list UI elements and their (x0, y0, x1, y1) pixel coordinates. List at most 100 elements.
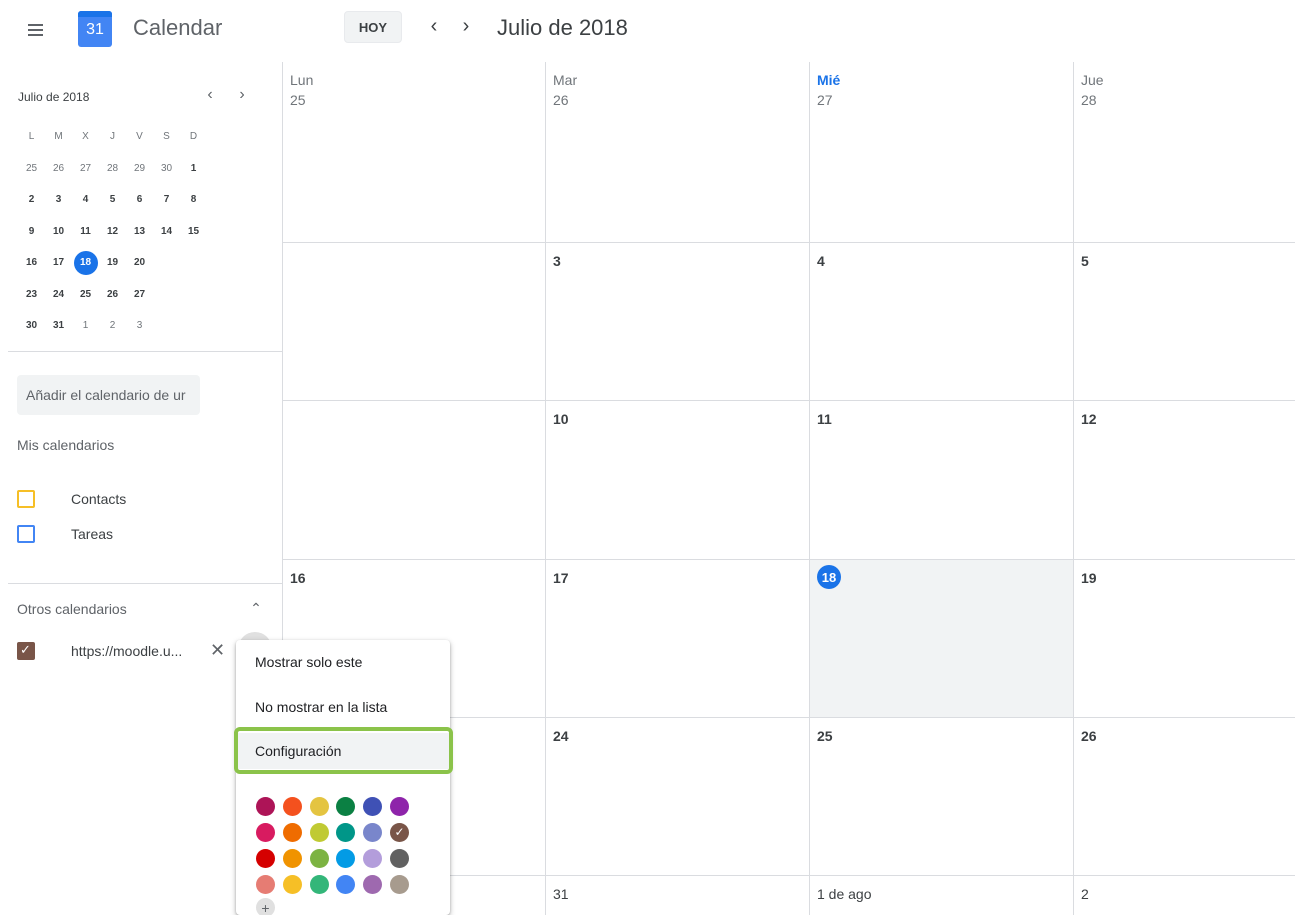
mini-calendar-day[interactable]: 5 (99, 188, 126, 212)
mini-calendar-day[interactable]: 27 (126, 282, 153, 306)
color-swatch[interactable] (336, 822, 356, 842)
day-number[interactable]: 16 (290, 570, 306, 586)
day-number[interactable]: 26 (1081, 728, 1097, 744)
color-swatch[interactable] (256, 848, 275, 868)
day-number[interactable]: 27 (817, 92, 833, 108)
day-number[interactable]: 12 (1081, 411, 1097, 427)
calendar-item-tareas[interactable]: Tareas (17, 522, 113, 546)
color-swatch[interactable] (389, 796, 409, 816)
day-number[interactable]: 5 (1081, 253, 1089, 269)
mini-calendar-day[interactable]: 10 (45, 219, 72, 243)
color-swatch[interactable] (336, 796, 356, 816)
mini-calendar-day[interactable]: 26 (45, 156, 72, 180)
color-swatch[interactable] (336, 848, 356, 868)
day-number[interactable]: 25 (817, 728, 833, 744)
main-menu-button[interactable] (22, 17, 48, 43)
day-number[interactable]: 10 (553, 411, 569, 427)
mini-calendar-day[interactable]: 31 (45, 314, 72, 338)
color-swatch[interactable] (309, 822, 329, 842)
color-swatch[interactable]: ✓ (389, 822, 409, 842)
mini-calendar-day[interactable]: 11 (72, 219, 99, 243)
checkbox[interactable] (17, 490, 35, 508)
mini-calendar-prev-button[interactable]: ‹ (199, 84, 221, 106)
mini-calendar-day[interactable]: 17 (45, 251, 72, 275)
color-row: ✓ (256, 819, 416, 845)
color-swatch[interactable] (389, 848, 409, 868)
day-number[interactable]: 28 (1081, 92, 1097, 108)
mini-calendar-day[interactable]: 1 (72, 314, 99, 338)
day-number[interactable]: 25 (290, 92, 306, 108)
mini-calendar-day[interactable]: 29 (126, 156, 153, 180)
mini-calendar-day[interactable]: 7 (153, 188, 180, 212)
day-number[interactable]: 4 (817, 253, 825, 269)
mini-calendar-day[interactable]: 27 (72, 156, 99, 180)
day-number[interactable]: 18 (817, 565, 841, 589)
day-number[interactable]: 3 (553, 253, 561, 269)
mini-calendar-day[interactable]: 28 (99, 156, 126, 180)
previous-period-button[interactable]: ‹ (422, 12, 446, 40)
mini-calendar-day[interactable]: 13 (126, 219, 153, 243)
day-number[interactable]: 31 (553, 886, 569, 902)
color-swatch[interactable] (282, 874, 302, 894)
checkbox[interactable] (17, 525, 35, 543)
collapse-button[interactable]: ⌃ (246, 598, 266, 618)
close-icon[interactable]: ✕ (210, 640, 225, 661)
color-swatch[interactable] (282, 848, 302, 868)
mini-calendar-day[interactable]: 25 (18, 156, 45, 180)
mini-calendar-day[interactable]: 8 (180, 188, 207, 212)
mini-calendar-day[interactable]: 30 (18, 314, 45, 338)
color-swatch[interactable] (363, 848, 383, 868)
day-number[interactable]: 19 (1081, 570, 1097, 586)
day-number[interactable]: 24 (553, 728, 569, 744)
menu-item-show-only-this[interactable]: Mostrar solo este (236, 644, 450, 680)
today-button[interactable]: HOY (344, 11, 402, 43)
color-swatch[interactable] (256, 874, 275, 894)
day-number[interactable]: 2 (1081, 886, 1089, 902)
menu-item-hide-from-list[interactable]: No mostrar en la lista (236, 689, 450, 725)
mini-calendar-day[interactable]: 3 (126, 314, 153, 338)
color-swatch[interactable] (282, 796, 302, 816)
mini-calendar-day[interactable]: 9 (18, 219, 45, 243)
color-swatch[interactable] (309, 874, 329, 894)
mini-calendar-day[interactable]: 20 (126, 251, 153, 275)
mini-calendar-next-button[interactable]: › (231, 84, 253, 106)
mini-calendar-day[interactable]: 19 (99, 251, 126, 275)
mini-calendar-day[interactable]: 23 (18, 282, 45, 306)
color-swatch[interactable] (389, 874, 409, 894)
menu-item-settings[interactable]: Configuración (236, 733, 450, 769)
mini-calendar-day[interactable]: 26 (99, 282, 126, 306)
calendar-item-contacts[interactable]: Contacts (17, 487, 126, 511)
mini-calendar-day[interactable]: 2 (99, 314, 126, 338)
add-calendar-input[interactable]: Añadir el calendario de ur (17, 375, 200, 415)
mini-calendar-day[interactable]: 2 (18, 188, 45, 212)
color-swatch[interactable] (363, 796, 383, 816)
mini-calendar-day[interactable]: 12 (99, 219, 126, 243)
mini-calendar-day[interactable]: 16 (18, 251, 45, 275)
color-swatch[interactable] (282, 822, 302, 842)
day-number[interactable]: 17 (553, 570, 569, 586)
mini-calendar-day[interactable]: 6 (126, 188, 153, 212)
day-number[interactable]: 11 (817, 411, 832, 427)
color-swatch[interactable] (256, 796, 275, 816)
checkbox-checked[interactable]: ✓ (17, 642, 35, 660)
next-period-button[interactable]: › (454, 12, 478, 40)
calendar-item-moodle[interactable]: ✓ https://moodle.u... (17, 639, 182, 663)
day-number[interactable]: 26 (553, 92, 569, 108)
mini-calendar-day[interactable]: 30 (153, 156, 180, 180)
color-swatch[interactable] (336, 874, 356, 894)
mini-calendar-day[interactable]: 15 (180, 219, 207, 243)
mini-calendar-day[interactable]: 24 (45, 282, 72, 306)
color-swatch[interactable] (256, 822, 275, 842)
mini-calendar-day[interactable]: 18 (73, 250, 98, 275)
day-number[interactable]: 1 de ago (817, 886, 872, 902)
color-swatch[interactable] (363, 874, 383, 894)
mini-calendar-day[interactable]: 14 (153, 219, 180, 243)
color-swatch[interactable] (363, 822, 383, 842)
mini-calendar-day[interactable]: 1 (180, 156, 207, 180)
mini-calendar-day[interactable]: 4 (72, 188, 99, 212)
color-swatch[interactable] (309, 796, 329, 816)
add-custom-color-button[interactable]: + (256, 898, 275, 915)
mini-calendar-day[interactable]: 3 (45, 188, 72, 212)
mini-calendar-day[interactable]: 25 (72, 282, 99, 306)
color-swatch[interactable] (309, 848, 329, 868)
